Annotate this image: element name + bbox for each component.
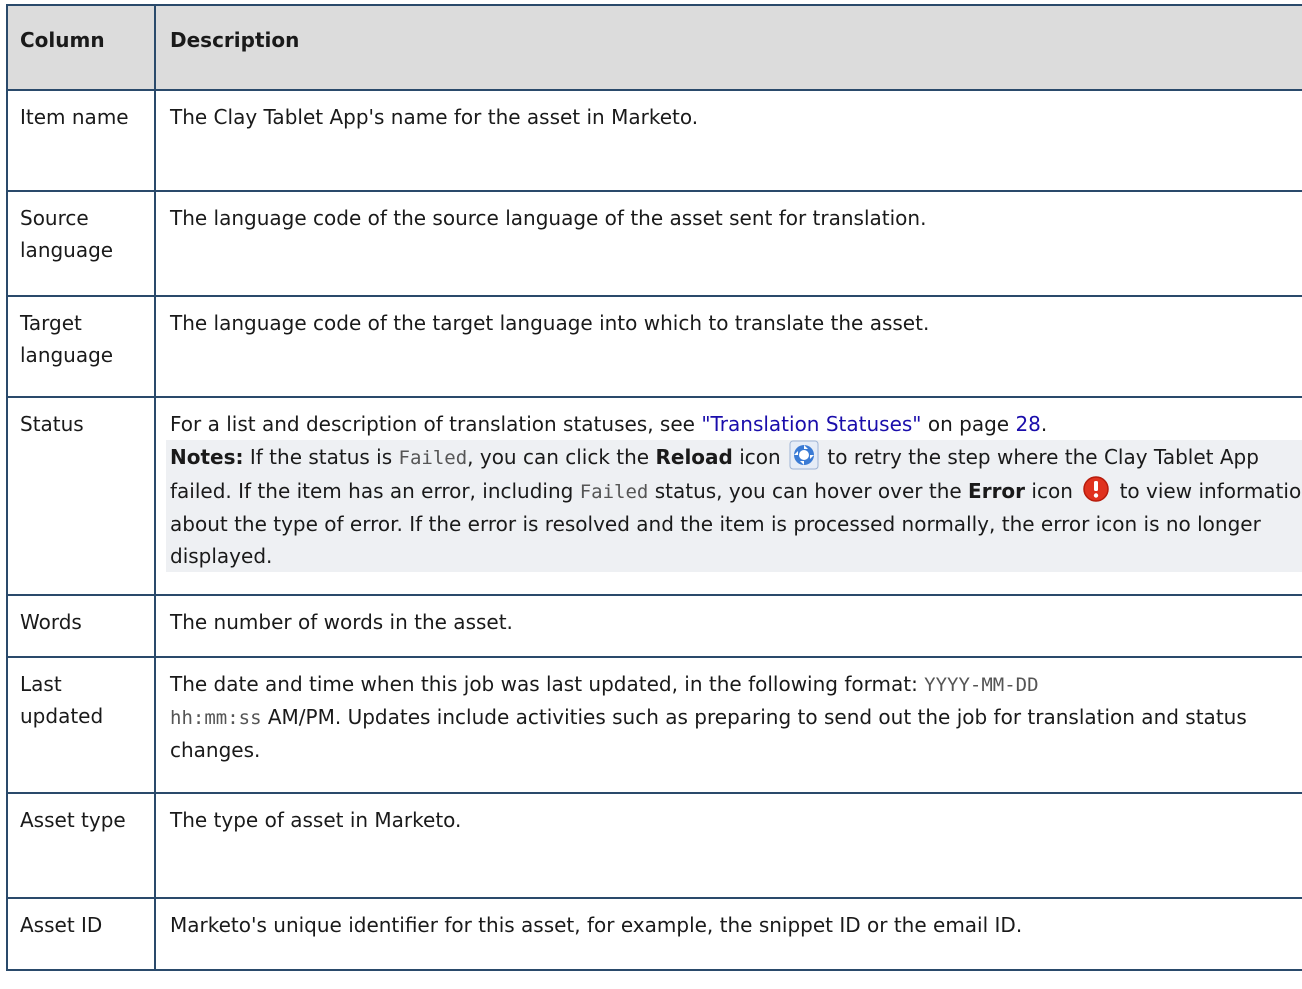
failed-code: Failed (398, 447, 468, 469)
description-cell: The type of asset in Marketo. (154, 792, 1302, 899)
column-header: Column (6, 4, 156, 91)
description-cell: Marketo's unique identifier for this ass… (154, 897, 1302, 971)
table-row: Words The number of words in the asset. (6, 594, 1302, 658)
time-format-code: hh:mm:ss (170, 707, 262, 729)
reload-label: Reload (655, 445, 733, 469)
description-cell: The number of words in the asset. (154, 594, 1302, 658)
column-name-cell: Status (6, 396, 156, 596)
table-row: Last updated The date and time when this… (6, 656, 1302, 794)
table-row: Source language The language code of the… (6, 190, 1302, 297)
table-header-row: Column Description (6, 4, 1302, 91)
reload-icon (789, 440, 819, 470)
column-name-cell: Source language (6, 190, 156, 297)
error-label: Error (968, 479, 1026, 503)
notes-block: Notes: If the status is Failed, you can … (166, 440, 1302, 572)
table-row: Asset type The type of asset in Marketo. (6, 792, 1302, 899)
failed-code: Failed (579, 481, 649, 503)
description-header: Description (154, 4, 1302, 91)
table-row: Asset ID Marketo's unique identifier for… (6, 897, 1302, 971)
description-cell: The language code of the source language… (154, 190, 1302, 297)
description-cell: For a list and description of translatio… (154, 396, 1302, 596)
column-name-cell: Asset type (6, 792, 156, 899)
column-name-cell: Last updated (6, 656, 156, 794)
description-cell: The date and time when this job was last… (154, 656, 1302, 794)
description-cell: The language code of the target language… (154, 295, 1302, 398)
error-icon (1081, 474, 1111, 504)
column-name-cell: Words (6, 594, 156, 658)
column-name-cell: Target language (6, 295, 156, 398)
table-row: Target language The language code of the… (6, 295, 1302, 398)
date-format-code: YYYY-MM-DD (924, 674, 1039, 696)
description-cell: The Clay Tablet App's name for the asset… (154, 89, 1302, 192)
columns-description-table: Column Description Item name The Clay Ta… (6, 4, 1302, 971)
notes-label: Notes: (170, 445, 244, 469)
table-row: Status For a list and description of tra… (6, 396, 1302, 596)
translation-statuses-link[interactable]: "Translation Statuses" (701, 412, 921, 436)
column-name-cell: Asset ID (6, 897, 156, 971)
status-description: For a list and description of translatio… (170, 412, 1048, 436)
page-link[interactable]: 28 (1015, 412, 1040, 436)
column-name-cell: Item name (6, 89, 156, 192)
table-row: Item name The Clay Tablet App's name for… (6, 89, 1302, 192)
